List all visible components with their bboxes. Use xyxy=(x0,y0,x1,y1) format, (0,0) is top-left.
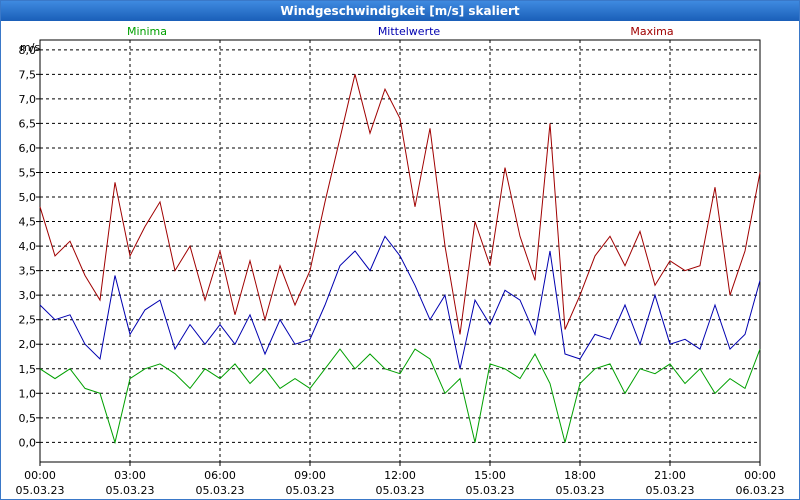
y-tick-label: 1,5 xyxy=(19,363,37,376)
x-tick-date: 05.03.23 xyxy=(106,484,155,497)
y-tick-label: 1,0 xyxy=(19,387,37,400)
x-tick-date: 05.03.23 xyxy=(646,484,695,497)
x-tick-time: 18:00 xyxy=(564,469,596,482)
legend: Minima Mittelwerte Maxima xyxy=(127,25,674,38)
y-axis-ticks: 0,0 0,5 1,0 1,5 2,0 2,5 3,0 3,5 4,0 4,5 5,0 5,5 6,0 6… xyxy=(19,44,40,449)
y-tick-label: 2,0 xyxy=(19,338,37,351)
y-tick-label: 0,5 xyxy=(19,412,37,425)
y-tick-label: 4,0 xyxy=(19,240,37,253)
x-tick-time: 00:00 xyxy=(744,469,776,482)
y-tick-label: 7,5 xyxy=(19,68,37,81)
x-tick-date: 05.03.23 xyxy=(466,484,515,497)
y-tick-label: 2,5 xyxy=(19,314,37,327)
x-tick-date: 05.03.23 xyxy=(376,484,425,497)
x-tick-time: 00:00 xyxy=(24,469,56,482)
legend-entry-mittelwerte: Mittelwerte xyxy=(378,25,441,38)
x-axis-ticks: 00:00 05.03.23 03:00 05.03.23 06:00 05.03.23 0… xyxy=(16,462,785,497)
x-tick-time: 03:00 xyxy=(114,469,146,482)
x-tick-time: 12:00 xyxy=(384,469,416,482)
legend-entry-minima: Minima xyxy=(127,25,167,38)
x-tick-time: 09:00 xyxy=(294,469,326,482)
x-tick-time: 21:00 xyxy=(654,469,686,482)
y-tick-label: 0,0 xyxy=(19,436,37,449)
y-tick-label: 7,0 xyxy=(19,93,37,106)
y-tick-label: 3,0 xyxy=(19,289,37,302)
x-tick-date: 06.03.23 xyxy=(736,484,785,497)
x-tick-date: 05.03.23 xyxy=(196,484,245,497)
y-tick-label: 6,5 xyxy=(19,117,37,130)
y-tick-label: 6,0 xyxy=(19,142,37,155)
y-axis-label: m/s xyxy=(20,41,40,54)
wind-speed-chart: 0,0 0,5 1,0 1,5 2,0 2,5 3,0 3,5 4,0 4,5 5,0 5,5 6,0 6… xyxy=(16,25,785,497)
legend-entry-maxima: Maxima xyxy=(630,25,673,38)
y-tick-label: 5,5 xyxy=(19,166,37,179)
y-tick-label: 3,5 xyxy=(19,265,37,278)
x-tick-date: 05.03.23 xyxy=(286,484,335,497)
x-tick-time: 06:00 xyxy=(204,469,236,482)
x-tick-date: 05.03.23 xyxy=(556,484,605,497)
y-tick-label: 4,5 xyxy=(19,216,37,229)
x-tick-date: 05.03.23 xyxy=(16,484,65,497)
x-tick-time: 15:00 xyxy=(474,469,506,482)
y-tick-label: 5,0 xyxy=(19,191,37,204)
